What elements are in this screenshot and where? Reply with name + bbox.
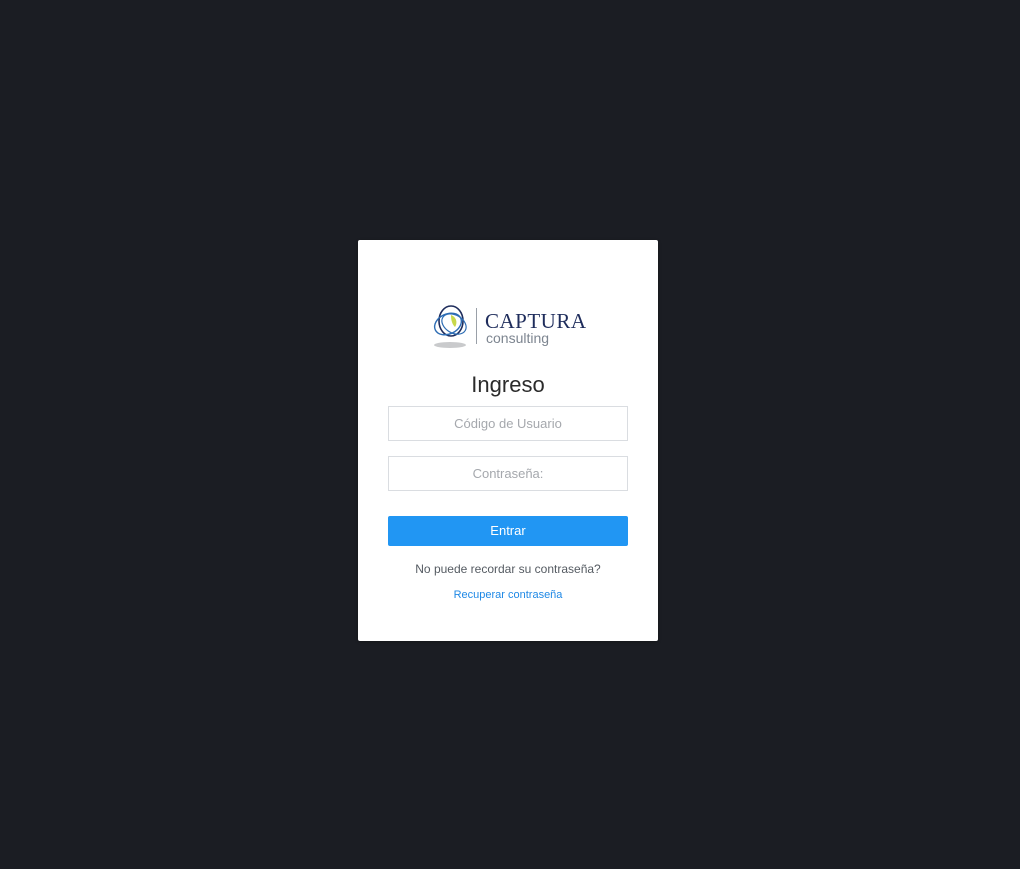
brand-name: CAPTURA (485, 309, 587, 333)
forgot-password-text: No puede recordar su contraseña? (415, 562, 601, 576)
brand-subtitle: consulting (486, 330, 550, 346)
login-title: Ingreso (471, 372, 545, 397)
username-input[interactable] (388, 406, 628, 441)
submit-button[interactable]: Entrar (388, 516, 628, 546)
brand-logo: CAPTURA consulting (432, 302, 587, 352)
password-input[interactable] (388, 456, 628, 491)
recover-password-link[interactable]: Recuperar contraseña (358, 587, 658, 603)
captura-logo-icon (433, 305, 467, 348)
page-background: CAPTURA consulting Ingreso Entrar No pue… (0, 0, 1020, 869)
login-card: CAPTURA consulting Ingreso Entrar No pue… (358, 240, 658, 641)
logo-divider (476, 308, 477, 344)
